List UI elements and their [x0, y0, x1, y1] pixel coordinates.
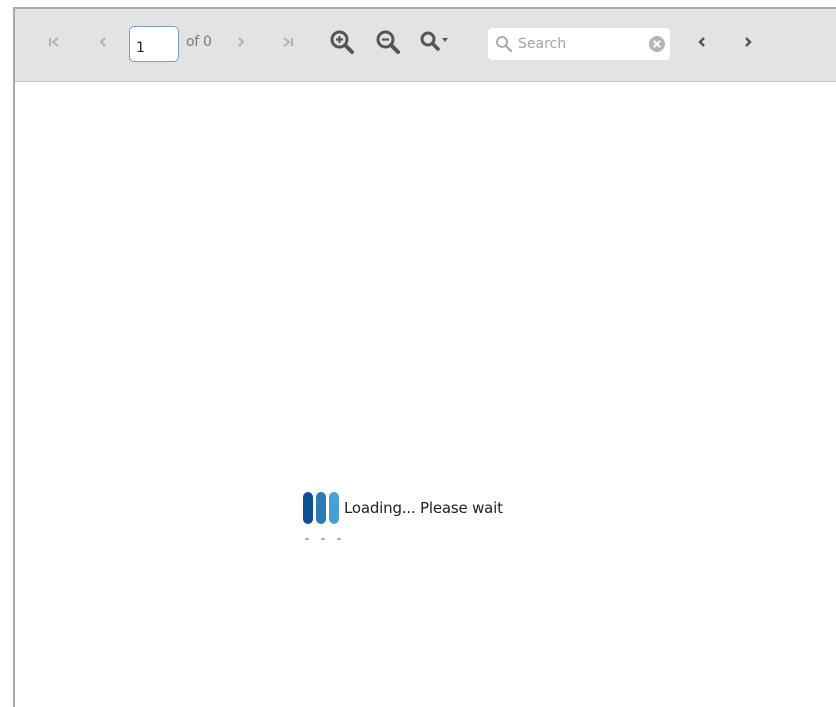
spinner-bar [329, 492, 339, 524]
loading-text: Loading... Please wait [344, 499, 503, 517]
first-page-icon [47, 36, 61, 48]
loading-indicator: Loading... Please wait [303, 492, 503, 524]
find-previous-icon [696, 36, 708, 48]
spinner-bar [303, 492, 313, 524]
last-page-button[interactable] [277, 30, 299, 54]
loading-spinner-icon [303, 492, 339, 524]
zoom-out-icon [375, 29, 401, 55]
search-input[interactable] [518, 28, 638, 60]
loading-dot [337, 538, 341, 540]
next-page-icon [235, 36, 247, 48]
zoom-in-icon [329, 29, 355, 55]
find-previous-button[interactable] [691, 30, 713, 54]
zoom-menu-button[interactable] [418, 27, 452, 57]
viewer-toolbar: of 0 [15, 9, 836, 82]
find-next-button[interactable] [737, 30, 759, 54]
find-next-icon [742, 36, 754, 48]
page-count-label: of 0 [186, 34, 212, 50]
previous-page-icon [97, 36, 109, 48]
last-page-icon [281, 36, 295, 48]
clear-icon [648, 36, 666, 57]
spinner-bar [316, 492, 326, 524]
clear-search-button[interactable] [648, 35, 666, 57]
zoom-in-button[interactable] [327, 27, 357, 57]
first-page-button[interactable] [43, 30, 65, 54]
zoom-out-button[interactable] [373, 27, 403, 57]
loading-dots [305, 538, 341, 540]
page-number-input[interactable] [129, 26, 179, 62]
viewer-frame [13, 7, 836, 707]
search-box [488, 28, 670, 60]
search-icon [495, 35, 513, 57]
next-page-button[interactable] [230, 30, 252, 54]
previous-page-button[interactable] [92, 30, 114, 54]
zoom-menu-icon [419, 30, 451, 54]
loading-dot [321, 538, 325, 540]
loading-dot [305, 538, 309, 540]
